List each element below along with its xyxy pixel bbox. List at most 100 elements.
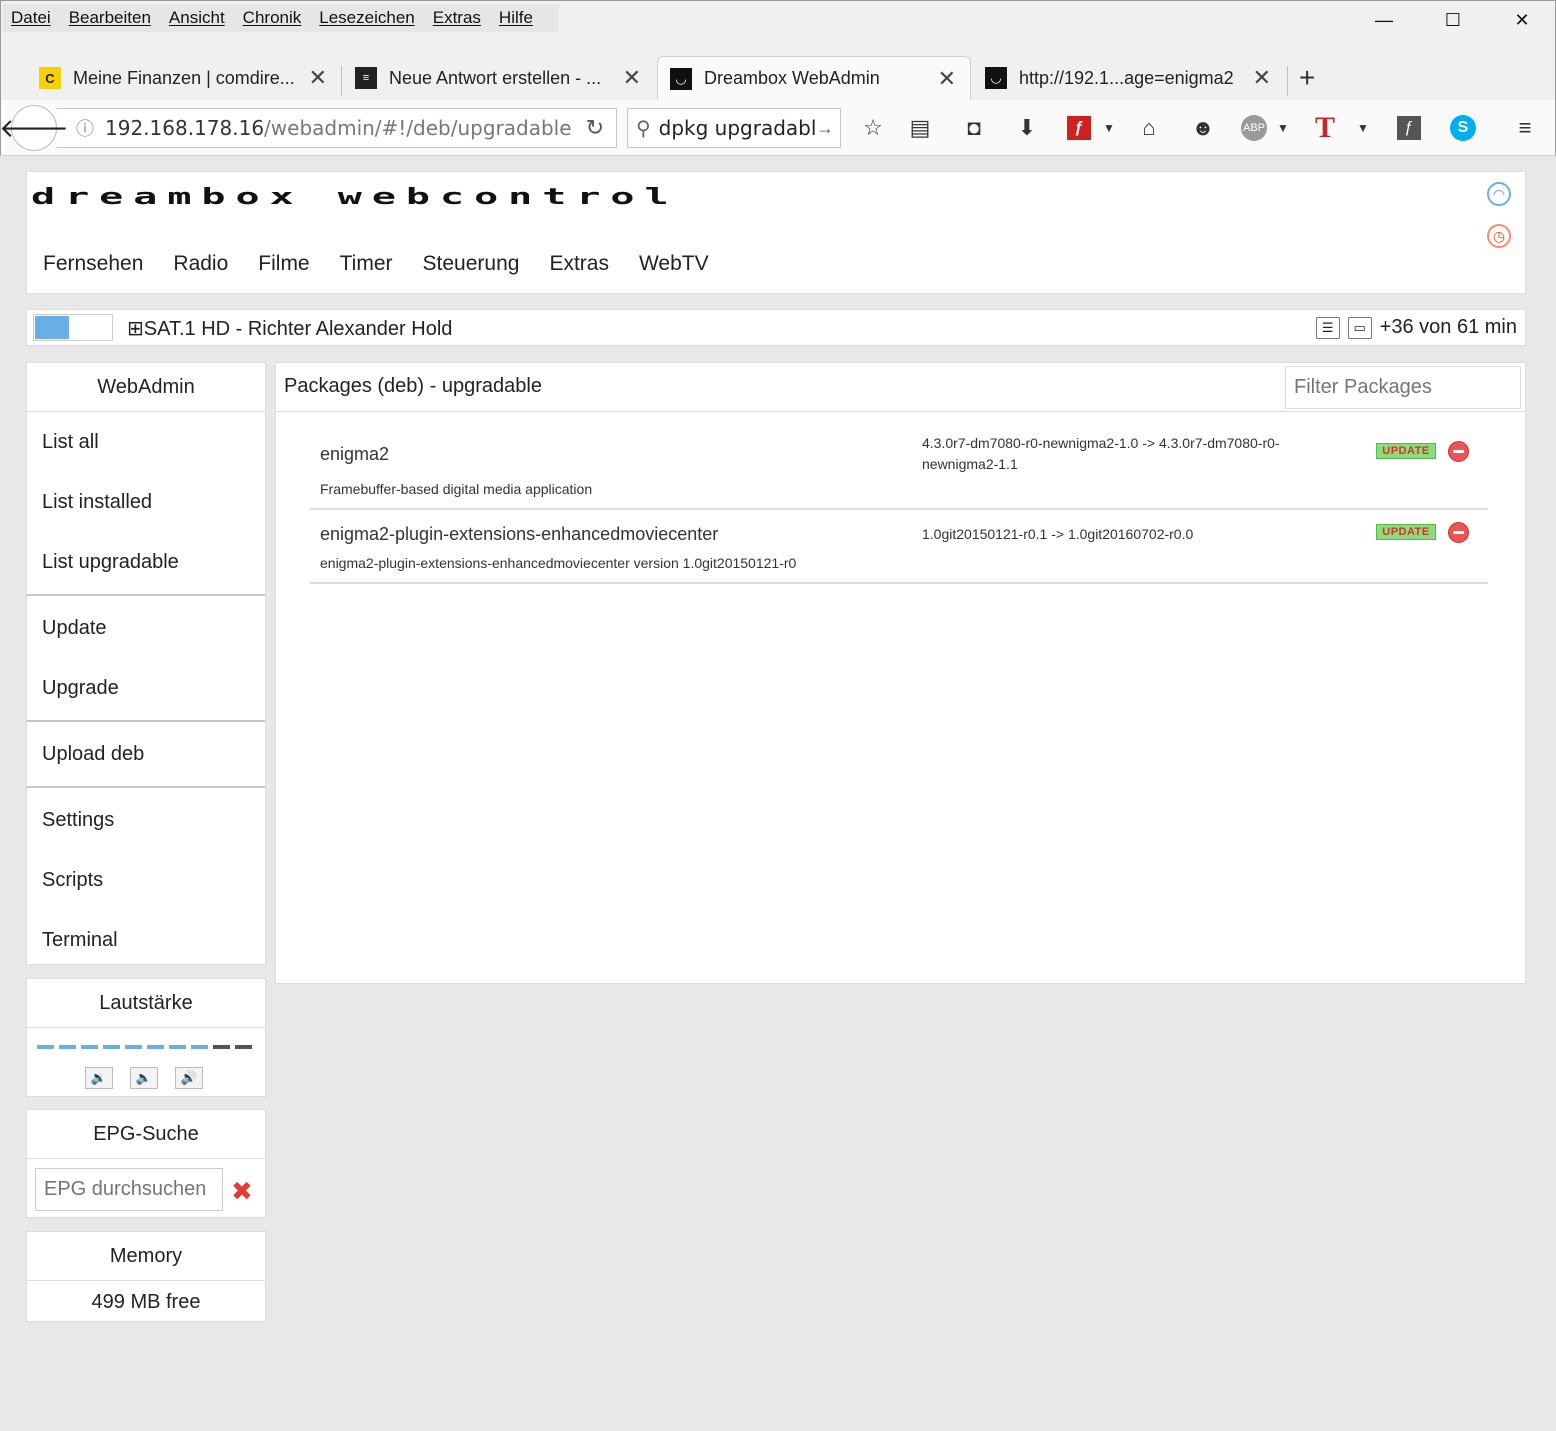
back-button[interactable]: 🡐 [0,105,69,151]
close-tab-icon[interactable]: ✕ [938,66,956,92]
tab-forum[interactable]: ≡ Neue Antwort erstellen - ... ✕ [343,56,655,100]
nav-webtv[interactable]: WebTV [639,252,709,276]
package-version: 4.3.0r7-dm7080-r0-newnigma2-1.0 -> 4.3.0… [922,435,1280,472]
update-button[interactable]: UPDATE [1376,443,1436,459]
url-path: /webadmin/#!/deb/upgradable [264,116,572,140]
volume-segment[interactable] [81,1045,98,1049]
menu-ansicht[interactable]: Ansicht [169,4,225,32]
close-window-button[interactable]: ✕ [1499,7,1545,33]
volume-segment[interactable] [125,1045,142,1049]
logo[interactable]: dreambox webcontrol [31,184,679,209]
progress-fill [35,316,69,339]
sidebar-item-list-upgradable[interactable]: List upgradable [27,532,265,592]
nav-fernsehen[interactable]: Fernsehen [43,252,143,276]
mute-icon[interactable]: 🔈 [130,1067,158,1089]
sidebar-item-update[interactable]: Update [27,598,265,658]
divider [27,720,265,722]
search-query[interactable]: dpkg upgradabl [659,116,817,140]
alarm-clock-icon[interactable]: ◷ [1487,224,1511,248]
epg-list-icon[interactable]: ☰ [1315,316,1340,339]
volume-segment[interactable] [169,1045,186,1049]
maximize-button[interactable]: ☐ [1430,7,1476,33]
tab-separator [341,66,342,96]
volume-level-bar[interactable] [37,1045,257,1049]
volume-segment[interactable] [191,1045,208,1049]
page-title: Packages (deb) - upgradable [284,375,542,397]
close-tab-icon[interactable]: ✕ [623,65,641,91]
sidebar-item-upload-deb[interactable]: Upload deb [27,724,265,784]
menu-datei[interactable]: Datei [11,4,51,32]
nav-steuerung[interactable]: Steuerung [423,252,520,276]
volume-segment[interactable] [213,1045,230,1049]
download-icon[interactable]: ⬇ [1011,112,1043,144]
remove-icon[interactable] [1448,441,1469,462]
screen-icon[interactable]: ▭ [1347,316,1372,339]
home-icon[interactable]: ⌂ [1133,112,1165,144]
skype-icon[interactable]: S [1450,115,1476,141]
search-go-icon[interactable]: → [816,118,834,139]
volume-segment[interactable] [37,1045,54,1049]
tab-dreambox-webadmin[interactable]: ◡ Dreambox WebAdmin ✕ [657,56,971,100]
volume-segment[interactable] [147,1045,164,1049]
menu-hilfe[interactable]: Hilfe [499,4,533,32]
update-button[interactable]: UPDATE [1376,524,1436,540]
current-program[interactable]: ⊞SAT.1 HD - Richter Alexander Hold [127,316,452,341]
forum-icon: ≡ [355,67,377,89]
nav-timer[interactable]: Timer [340,252,393,276]
flash-icon[interactable]: ƒ [1067,116,1091,140]
info-icon[interactable]: ⓘ [65,115,105,141]
adblock-icon[interactable]: ABP [1241,115,1267,141]
sidebar-item-terminal[interactable]: Terminal [27,910,265,970]
nav-extras[interactable]: Extras [549,252,609,276]
hello-icon[interactable]: ☻ [1187,112,1219,144]
minimize-button[interactable]: — [1361,7,1407,33]
stream-icon[interactable]: ◠ [1487,182,1511,206]
url-text[interactable]: 192.168.178.16/webadmin/#!/deb/upgradabl… [105,116,572,140]
sidebar-item-list-installed[interactable]: List installed [27,472,265,532]
tab-title: http://192.1...age=enigma2 [1019,67,1234,88]
menu-bar: Datei Bearbeiten Ansicht Chronik Lesezei… [0,0,1556,36]
remove-icon[interactable] [1448,522,1469,543]
package-description: Framebuffer-based digital media applicat… [320,481,593,497]
memory-panel: Memory 499 MB free [26,1231,266,1322]
tab-comdirect[interactable]: C Meine Finanzen | comdire... ✕ [27,56,341,100]
epg-search-input[interactable] [35,1168,223,1211]
volume-segment[interactable] [235,1045,252,1049]
menu-lesezeichen[interactable]: Lesezeichen [319,4,414,32]
package-name: enigma2 [320,444,390,464]
filter-packages-input[interactable] [1285,366,1521,409]
volume-up-icon[interactable]: 🔊 [175,1067,203,1089]
close-tab-icon[interactable]: ✕ [309,65,327,91]
chevron-down-icon[interactable]: ▼ [1267,112,1299,144]
menu-bearbeiten[interactable]: Bearbeiten [69,4,151,32]
sidebar-item-scripts[interactable]: Scripts [27,850,265,910]
sidebar-item-upgrade[interactable]: Upgrade [27,658,265,718]
pocket-icon[interactable]: ◘ [958,112,990,144]
chevron-down-icon[interactable]: ▼ [1347,112,1379,144]
sidebar-item-list-all[interactable]: List all [27,412,265,472]
close-tab-icon[interactable]: ✕ [1253,65,1271,91]
tab-enigma2-url[interactable]: ◡ http://192.1...age=enigma2 ✕ [973,56,1285,100]
volume-controls: 🔉 🔈 🔊 [85,1067,220,1089]
volume-down-icon[interactable]: 🔉 [85,1067,113,1089]
sidebar-item-settings[interactable]: Settings [27,790,265,850]
chevron-down-icon[interactable]: ▼ [1093,112,1125,144]
package-description: enigma2-plugin-extensions-enhancedmoviec… [320,555,797,571]
nav-filme[interactable]: Filme [258,252,309,276]
reading-list-icon[interactable]: ▤ [904,112,936,144]
search-bar[interactable]: ⚲ dpkg upgradabl → [627,108,841,148]
clear-icon[interactable]: ✖ [231,1176,253,1207]
now-playing-bar: ⊞SAT.1 HD - Richter Alexander Hold ☰ ▭ +… [26,309,1526,346]
translate-icon[interactable]: T [1309,111,1341,144]
hamburger-menu-icon[interactable]: ≡ [1509,112,1541,144]
volume-segment[interactable] [103,1045,120,1049]
nav-radio[interactable]: Radio [173,252,228,276]
flash-player-icon[interactable]: ƒ [1397,116,1421,140]
url-bar[interactable]: ⓘ 192.168.178.16/webadmin/#!/deb/upgrada… [57,108,617,148]
bookmark-star-icon[interactable]: ☆ [857,112,889,144]
volume-segment[interactable] [59,1045,76,1049]
new-tab-button[interactable]: + [1299,56,1329,100]
menu-chronik[interactable]: Chronik [243,4,302,32]
reload-icon[interactable]: ↻ [586,115,604,141]
menu-extras[interactable]: Extras [433,4,481,32]
